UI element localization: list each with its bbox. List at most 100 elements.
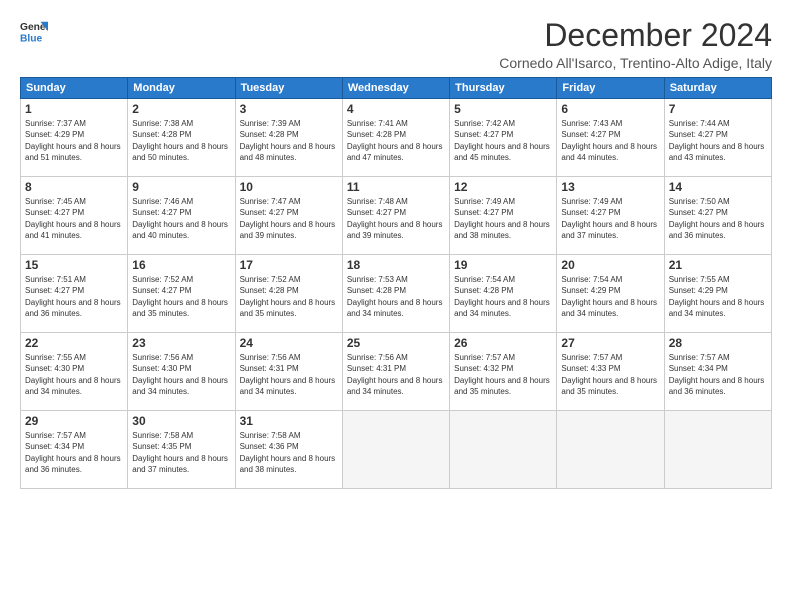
day-number: 15 <box>25 258 123 272</box>
table-row: 11 Sunrise: 7:48 AM Sunset: 4:27 PM Dayl… <box>342 177 449 255</box>
day-info: Sunrise: 7:49 AM Sunset: 4:27 PM Dayligh… <box>561 196 659 241</box>
col-thursday: Thursday <box>450 78 557 99</box>
table-row: 12 Sunrise: 7:49 AM Sunset: 4:27 PM Dayl… <box>450 177 557 255</box>
page: General Blue December 2024 Cornedo All'I… <box>0 0 792 612</box>
table-row: 3 Sunrise: 7:39 AM Sunset: 4:28 PM Dayli… <box>235 99 342 177</box>
day-number: 2 <box>132 102 230 116</box>
header-row: Sunday Monday Tuesday Wednesday Thursday… <box>21 78 772 99</box>
day-number: 16 <box>132 258 230 272</box>
table-row: 2 Sunrise: 7:38 AM Sunset: 4:28 PM Dayli… <box>128 99 235 177</box>
day-info: Sunrise: 7:38 AM Sunset: 4:28 PM Dayligh… <box>132 118 230 163</box>
title-area: December 2024 Cornedo All'Isarco, Trenti… <box>499 18 772 71</box>
table-row: 13 Sunrise: 7:49 AM Sunset: 4:27 PM Dayl… <box>557 177 664 255</box>
day-number: 17 <box>240 258 338 272</box>
day-info: Sunrise: 7:55 AM Sunset: 4:30 PM Dayligh… <box>25 352 123 397</box>
table-row <box>664 411 771 489</box>
day-number: 14 <box>669 180 767 194</box>
header: General Blue December 2024 Cornedo All'I… <box>20 18 772 71</box>
day-number: 28 <box>669 336 767 350</box>
table-row <box>450 411 557 489</box>
table-row: 23 Sunrise: 7:56 AM Sunset: 4:30 PM Dayl… <box>128 333 235 411</box>
calendar-row-1: 8 Sunrise: 7:45 AM Sunset: 4:27 PM Dayli… <box>21 177 772 255</box>
day-number: 29 <box>25 414 123 428</box>
table-row <box>342 411 449 489</box>
table-row: 16 Sunrise: 7:52 AM Sunset: 4:27 PM Dayl… <box>128 255 235 333</box>
calendar-row-0: 1 Sunrise: 7:37 AM Sunset: 4:29 PM Dayli… <box>21 99 772 177</box>
table-row: 19 Sunrise: 7:54 AM Sunset: 4:28 PM Dayl… <box>450 255 557 333</box>
table-row: 18 Sunrise: 7:53 AM Sunset: 4:28 PM Dayl… <box>342 255 449 333</box>
day-info: Sunrise: 7:47 AM Sunset: 4:27 PM Dayligh… <box>240 196 338 241</box>
day-info: Sunrise: 7:48 AM Sunset: 4:27 PM Dayligh… <box>347 196 445 241</box>
day-info: Sunrise: 7:56 AM Sunset: 4:30 PM Dayligh… <box>132 352 230 397</box>
day-number: 13 <box>561 180 659 194</box>
day-info: Sunrise: 7:54 AM Sunset: 4:29 PM Dayligh… <box>561 274 659 319</box>
day-info: Sunrise: 7:44 AM Sunset: 4:27 PM Dayligh… <box>669 118 767 163</box>
table-row: 5 Sunrise: 7:42 AM Sunset: 4:27 PM Dayli… <box>450 99 557 177</box>
day-number: 1 <box>25 102 123 116</box>
table-row: 15 Sunrise: 7:51 AM Sunset: 4:27 PM Dayl… <box>21 255 128 333</box>
col-saturday: Saturday <box>664 78 771 99</box>
day-number: 18 <box>347 258 445 272</box>
subtitle: Cornedo All'Isarco, Trentino-Alto Adige,… <box>499 55 772 71</box>
table-row: 27 Sunrise: 7:57 AM Sunset: 4:33 PM Dayl… <box>557 333 664 411</box>
day-info: Sunrise: 7:57 AM Sunset: 4:34 PM Dayligh… <box>669 352 767 397</box>
col-wednesday: Wednesday <box>342 78 449 99</box>
table-row: 25 Sunrise: 7:56 AM Sunset: 4:31 PM Dayl… <box>342 333 449 411</box>
table-row: 20 Sunrise: 7:54 AM Sunset: 4:29 PM Dayl… <box>557 255 664 333</box>
table-row: 14 Sunrise: 7:50 AM Sunset: 4:27 PM Dayl… <box>664 177 771 255</box>
day-number: 4 <box>347 102 445 116</box>
day-number: 11 <box>347 180 445 194</box>
day-info: Sunrise: 7:46 AM Sunset: 4:27 PM Dayligh… <box>132 196 230 241</box>
day-number: 10 <box>240 180 338 194</box>
calendar-row-3: 22 Sunrise: 7:55 AM Sunset: 4:30 PM Dayl… <box>21 333 772 411</box>
day-number: 22 <box>25 336 123 350</box>
day-number: 25 <box>347 336 445 350</box>
day-number: 23 <box>132 336 230 350</box>
table-row: 24 Sunrise: 7:56 AM Sunset: 4:31 PM Dayl… <box>235 333 342 411</box>
day-info: Sunrise: 7:41 AM Sunset: 4:28 PM Dayligh… <box>347 118 445 163</box>
calendar-table: Sunday Monday Tuesday Wednesday Thursday… <box>20 77 772 489</box>
day-number: 7 <box>669 102 767 116</box>
day-info: Sunrise: 7:57 AM Sunset: 4:33 PM Dayligh… <box>561 352 659 397</box>
day-info: Sunrise: 7:56 AM Sunset: 4:31 PM Dayligh… <box>240 352 338 397</box>
day-info: Sunrise: 7:42 AM Sunset: 4:27 PM Dayligh… <box>454 118 552 163</box>
day-number: 21 <box>669 258 767 272</box>
table-row: 6 Sunrise: 7:43 AM Sunset: 4:27 PM Dayli… <box>557 99 664 177</box>
day-info: Sunrise: 7:52 AM Sunset: 4:28 PM Dayligh… <box>240 274 338 319</box>
table-row: 7 Sunrise: 7:44 AM Sunset: 4:27 PM Dayli… <box>664 99 771 177</box>
day-number: 31 <box>240 414 338 428</box>
day-number: 24 <box>240 336 338 350</box>
day-info: Sunrise: 7:43 AM Sunset: 4:27 PM Dayligh… <box>561 118 659 163</box>
col-tuesday: Tuesday <box>235 78 342 99</box>
day-info: Sunrise: 7:45 AM Sunset: 4:27 PM Dayligh… <box>25 196 123 241</box>
day-info: Sunrise: 7:50 AM Sunset: 4:27 PM Dayligh… <box>669 196 767 241</box>
day-number: 26 <box>454 336 552 350</box>
table-row: 17 Sunrise: 7:52 AM Sunset: 4:28 PM Dayl… <box>235 255 342 333</box>
table-row: 31 Sunrise: 7:58 AM Sunset: 4:36 PM Dayl… <box>235 411 342 489</box>
col-friday: Friday <box>557 78 664 99</box>
day-number: 3 <box>240 102 338 116</box>
day-number: 30 <box>132 414 230 428</box>
day-info: Sunrise: 7:55 AM Sunset: 4:29 PM Dayligh… <box>669 274 767 319</box>
day-info: Sunrise: 7:56 AM Sunset: 4:31 PM Dayligh… <box>347 352 445 397</box>
table-row: 1 Sunrise: 7:37 AM Sunset: 4:29 PM Dayli… <box>21 99 128 177</box>
table-row: 8 Sunrise: 7:45 AM Sunset: 4:27 PM Dayli… <box>21 177 128 255</box>
day-info: Sunrise: 7:37 AM Sunset: 4:29 PM Dayligh… <box>25 118 123 163</box>
table-row: 30 Sunrise: 7:58 AM Sunset: 4:35 PM Dayl… <box>128 411 235 489</box>
day-number: 8 <box>25 180 123 194</box>
col-monday: Monday <box>128 78 235 99</box>
day-number: 27 <box>561 336 659 350</box>
day-info: Sunrise: 7:57 AM Sunset: 4:32 PM Dayligh… <box>454 352 552 397</box>
day-info: Sunrise: 7:58 AM Sunset: 4:36 PM Dayligh… <box>240 430 338 475</box>
day-info: Sunrise: 7:52 AM Sunset: 4:27 PM Dayligh… <box>132 274 230 319</box>
day-info: Sunrise: 7:58 AM Sunset: 4:35 PM Dayligh… <box>132 430 230 475</box>
svg-text:Blue: Blue <box>20 33 43 44</box>
calendar-row-4: 29 Sunrise: 7:57 AM Sunset: 4:34 PM Dayl… <box>21 411 772 489</box>
day-info: Sunrise: 7:51 AM Sunset: 4:27 PM Dayligh… <box>25 274 123 319</box>
day-number: 20 <box>561 258 659 272</box>
logo: General Blue <box>20 18 48 46</box>
day-number: 5 <box>454 102 552 116</box>
day-info: Sunrise: 7:57 AM Sunset: 4:34 PM Dayligh… <box>25 430 123 475</box>
table-row <box>557 411 664 489</box>
table-row: 21 Sunrise: 7:55 AM Sunset: 4:29 PM Dayl… <box>664 255 771 333</box>
